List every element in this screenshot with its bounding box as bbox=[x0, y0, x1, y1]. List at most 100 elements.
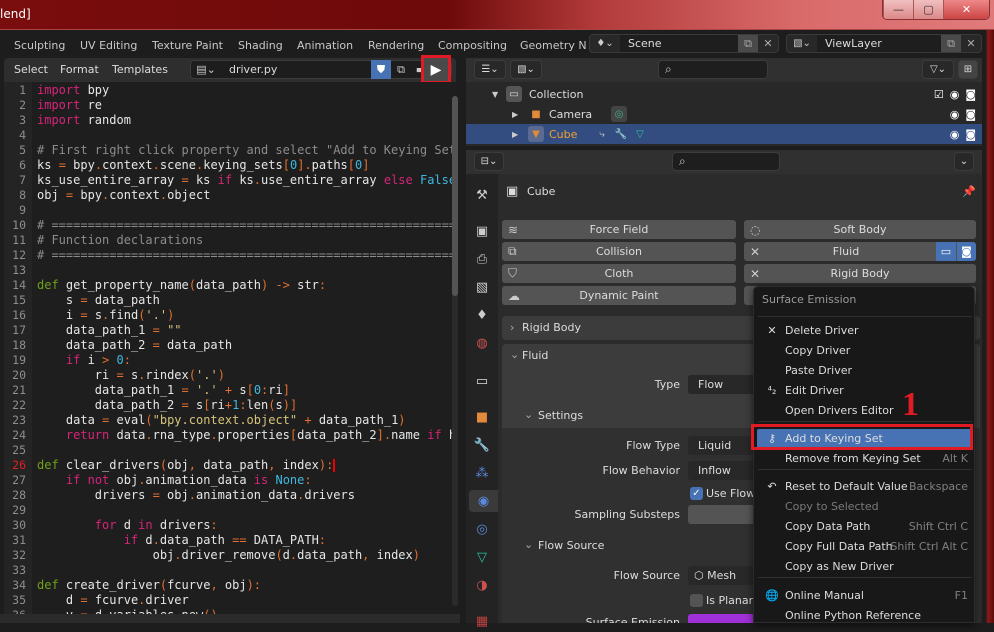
viewport-display-icon[interactable]: ▭ bbox=[936, 242, 956, 261]
texture-tab-icon[interactable]: ▦ bbox=[471, 610, 493, 632]
scene-tab-icon[interactable]: ♦ bbox=[471, 304, 493, 326]
close-icon[interactable]: ✕ bbox=[750, 267, 760, 281]
scene-name[interactable]: Scene bbox=[620, 35, 738, 52]
menu-item-remove-from-keying-set[interactable]: Remove from Keying Set Alt K bbox=[754, 449, 976, 469]
exclude-checkbox[interactable]: ☑ bbox=[934, 88, 944, 101]
editor-type-icon[interactable]: ⊟⌄ bbox=[474, 152, 504, 171]
eye-icon[interactable]: ◉ bbox=[950, 88, 960, 101]
menu-item-copy-data-path[interactable]: Copy Data Path Shift Ctrl C bbox=[754, 517, 976, 537]
eye-icon[interactable]: ◉ bbox=[950, 108, 960, 121]
object-tab-icon[interactable]: ■ bbox=[471, 406, 493, 428]
outliner-row-cube[interactable]: ▶ ▼ Cube ⤷ 🔧 ▽ ◉ ◙ bbox=[466, 124, 982, 144]
duplicate-text-icon[interactable]: ⧉ bbox=[391, 60, 411, 79]
flow-source-subpanel-title[interactable]: Flow Source bbox=[538, 539, 604, 552]
collision-button[interactable]: ⧉ Collision bbox=[502, 242, 736, 261]
cloth-button[interactable]: ⛉ Cloth bbox=[502, 264, 736, 283]
filter-icon[interactable]: ▽⌄ bbox=[922, 60, 954, 79]
render-camera-icon[interactable]: ◙ bbox=[957, 242, 976, 261]
delete-scene-icon[interactable]: ✕ bbox=[758, 35, 778, 52]
view-layer-name[interactable]: ViewLayer bbox=[817, 35, 941, 52]
shield-icon[interactable]: ⛊ bbox=[371, 60, 391, 79]
expand-arrow-icon[interactable]: ▶ bbox=[512, 130, 518, 139]
minimize-button[interactable]: — bbox=[883, 0, 913, 19]
expand-arrow-icon[interactable]: ▼ bbox=[492, 90, 498, 99]
close-window-button[interactable]: ✕ bbox=[943, 0, 989, 19]
outliner-row-camera[interactable]: ▶ ■ Camera ◎ ◉ ◙ bbox=[466, 104, 982, 124]
outliner-search[interactable]: ⌕ bbox=[658, 60, 768, 79]
menu-format[interactable]: Format bbox=[60, 63, 99, 76]
tool-tab-icon[interactable]: ⚒ bbox=[471, 184, 493, 206]
fluid-button[interactable]: ✕ Fluid ▭ ◙ bbox=[744, 242, 976, 261]
new-collection-icon[interactable]: ⊞ bbox=[958, 60, 978, 79]
tab-uv-editing[interactable]: UV Editing bbox=[80, 39, 137, 52]
is-planar-checkbox[interactable] bbox=[690, 594, 703, 607]
new-scene-icon[interactable]: ⧉ bbox=[738, 35, 758, 52]
code-editor[interactable]: 1 import bpy 2 import re 3 import random 4 5 # F… bbox=[4, 82, 456, 614]
camera-render-icon[interactable]: ◙ bbox=[965, 108, 976, 121]
menu-templates[interactable]: Templates bbox=[112, 63, 168, 76]
new-view-layer-icon[interactable]: ⧉ bbox=[941, 35, 961, 52]
menu-select[interactable]: Select bbox=[14, 63, 48, 76]
force-field-button[interactable]: ≋ Force Field bbox=[502, 220, 736, 239]
tab-animation[interactable]: Animation bbox=[297, 39, 353, 52]
maximize-button[interactable]: ▢ bbox=[913, 0, 943, 19]
camera-render-icon[interactable]: ◙ bbox=[965, 88, 976, 101]
tab-shading[interactable]: Shading bbox=[238, 39, 283, 52]
menu-item-paste-driver[interactable]: Paste Driver bbox=[754, 361, 976, 381]
display-mode-icon[interactable]: ☰⌄ bbox=[474, 60, 506, 79]
collection-tab-icon[interactable]: ▭ bbox=[471, 370, 493, 392]
menu-item-reset-to-default-value[interactable]: ↶ Reset to Default Value Backspace bbox=[754, 477, 976, 497]
properties-search[interactable]: ⌕ bbox=[672, 152, 780, 171]
outliner-row-collection[interactable]: ▼ ▭ Collection ☑ ◉ ◙ bbox=[466, 84, 982, 104]
pin-icon[interactable]: 📌 bbox=[962, 185, 976, 198]
physics-tab-icon[interactable]: ◉ bbox=[469, 490, 498, 512]
render-tab-icon[interactable]: ▣ bbox=[471, 220, 493, 242]
options-chevron-icon[interactable]: ⌄ bbox=[954, 152, 974, 171]
particles-tab-icon[interactable]: ⁂ bbox=[471, 462, 493, 484]
data-tab-icon[interactable]: ▽ bbox=[471, 546, 493, 568]
camera-data-icon[interactable]: ◎ bbox=[611, 106, 627, 122]
eye-icon[interactable]: ◉ bbox=[950, 128, 960, 141]
modifier-tab-icon[interactable]: 🔧 bbox=[471, 434, 493, 456]
scrollbar-thumb[interactable] bbox=[452, 96, 458, 296]
menu-item-edit-driver[interactable]: ⁴₂ Edit Driver bbox=[754, 381, 976, 401]
menu-item-copy-as-new-driver[interactable]: Copy as New Driver bbox=[754, 557, 976, 577]
text-file-selector[interactable]: ▤⌄ driver.py ⛊ ⧉ ▬ ✕ bbox=[190, 60, 452, 79]
menu-item-open-drivers-editor[interactable]: Open Drivers Editor bbox=[754, 401, 976, 421]
run-script-button[interactable]: ▶ bbox=[421, 55, 451, 84]
tab-geometry-nodes[interactable]: Geometry N bbox=[520, 39, 587, 52]
text-browse-icon[interactable]: ▤⌄ bbox=[191, 60, 221, 79]
menu-item-online-python-reference[interactable]: Online Python Reference bbox=[754, 606, 976, 626]
code-text: # ======================================… bbox=[37, 218, 456, 232]
scene-selector[interactable]: ♦⌄ Scene ⧉ ✕ bbox=[589, 34, 779, 53]
tab-texture-paint[interactable]: Texture Paint bbox=[152, 39, 223, 52]
tab-sculpting[interactable]: Sculpting bbox=[14, 39, 65, 52]
tab-rendering[interactable]: Rendering bbox=[368, 39, 424, 52]
use-flow-checkbox[interactable]: ✓ bbox=[690, 487, 703, 500]
output-tab-icon[interactable]: ⎙ bbox=[471, 248, 493, 270]
soft-body-button[interactable]: ◌ Soft Body bbox=[744, 220, 976, 239]
constraints-tab-icon[interactable]: ◎ bbox=[471, 518, 493, 540]
menu-item-delete-driver[interactable]: ✕ Delete Driver bbox=[754, 321, 976, 341]
filter-view-layer-icon[interactable]: ▧⌄ bbox=[510, 60, 542, 79]
menu-item-copy-full-data-path[interactable]: Copy Full Data Path Shift Ctrl Alt C bbox=[754, 537, 976, 557]
delete-view-layer-icon[interactable]: ✕ bbox=[961, 35, 981, 52]
mesh-data-icon[interactable]: ▽ bbox=[632, 126, 648, 142]
view-layer-selector[interactable]: ▧⌄ ViewLayer ⧉ ✕ bbox=[786, 34, 982, 53]
menu-item-copy-driver[interactable]: Copy Driver bbox=[754, 341, 976, 361]
camera-render-icon[interactable]: ◙ bbox=[965, 128, 976, 141]
expand-arrow-icon[interactable]: ▶ bbox=[512, 110, 518, 119]
file-name[interactable]: driver.py bbox=[221, 63, 371, 76]
view-layer-tab-icon[interactable]: ▧ bbox=[471, 276, 493, 298]
close-icon[interactable]: ✕ bbox=[750, 245, 760, 259]
material-tab-icon[interactable]: ◑ bbox=[471, 574, 493, 596]
settings-subpanel-title[interactable]: Settings bbox=[538, 409, 583, 422]
code-scrollbar[interactable] bbox=[452, 96, 458, 606]
tab-compositing[interactable]: Compositing bbox=[438, 39, 507, 52]
dynamic-paint-button[interactable]: ☁ Dynamic Paint bbox=[502, 286, 736, 305]
menu-item-online-manual[interactable]: 🌐 Online Manual F1 bbox=[754, 586, 976, 606]
modifier-wrench-icon[interactable]: 🔧 bbox=[613, 126, 629, 142]
rigid-body-button[interactable]: ✕ Rigid Body bbox=[744, 264, 976, 283]
world-tab-icon[interactable]: ◍ bbox=[471, 332, 493, 354]
driver-icon[interactable]: ⤷ bbox=[594, 126, 610, 142]
